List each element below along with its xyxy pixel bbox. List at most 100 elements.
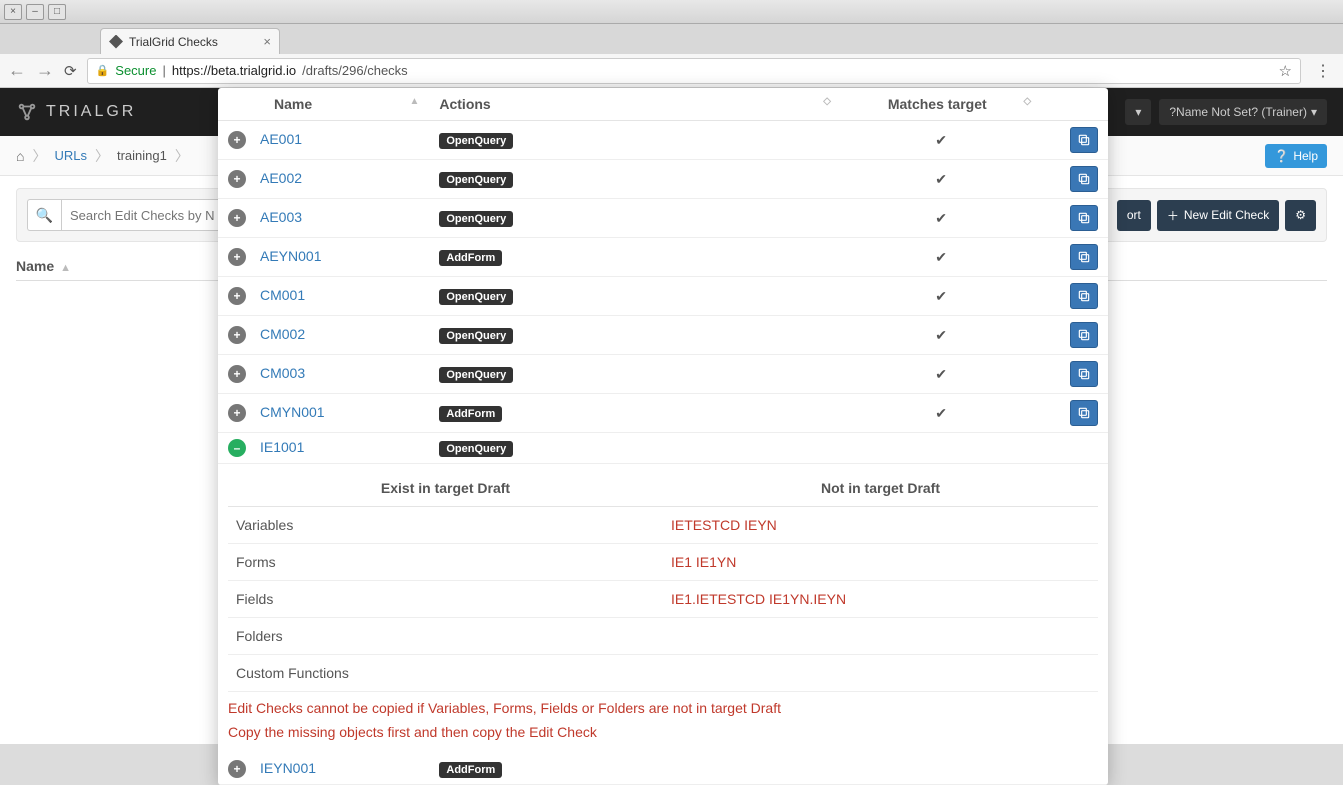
check-icon: ✔ [935, 366, 947, 382]
tab-title: TrialGrid Checks [129, 35, 218, 49]
check-row: +CMYN001AddForm✔ [218, 394, 1108, 433]
unknown-dropdown[interactable]: ▾ [1125, 99, 1151, 125]
copy-button[interactable] [1070, 244, 1098, 270]
help-label: Help [1293, 149, 1318, 163]
export-button[interactable]: ort [1117, 200, 1151, 231]
check-name-link[interactable]: AE002 [260, 170, 302, 186]
check-icon: ✔ [935, 405, 947, 421]
breadcrumb-project[interactable]: training1 [117, 148, 167, 163]
check-name-link[interactable]: AEYN001 [260, 248, 321, 264]
detail-row: Custom Functions [228, 655, 1098, 692]
secure-label: Secure [115, 63, 156, 78]
check-icon: ✔ [935, 288, 947, 304]
expand-toggle[interactable]: + [228, 760, 246, 778]
expand-toggle[interactable]: + [228, 326, 246, 344]
check-row: + CM003 OpenQuery ✔ [218, 355, 1108, 394]
expand-toggle[interactable]: + [228, 209, 246, 227]
action-badge: OpenQuery [439, 367, 513, 383]
check-icon: ✔ [935, 210, 947, 226]
check-row: +AE002OpenQuery✔ [218, 160, 1108, 199]
window-close-button[interactable]: × [4, 4, 22, 20]
search-icon[interactable]: 🔍 [27, 199, 61, 231]
new-edit-check-button[interactable]: ＋ New Edit Check [1157, 200, 1279, 231]
check-name-link[interactable]: AE001 [260, 131, 302, 147]
forward-button[interactable]: → [36, 60, 54, 81]
browser-menu-button[interactable]: ⋮ [1311, 61, 1335, 81]
action-badge: OpenQuery [439, 211, 513, 227]
expand-toggle[interactable]: + [228, 365, 246, 383]
home-icon[interactable]: ⌂ [16, 148, 24, 164]
plus-icon: ＋ [1167, 207, 1179, 224]
check-row: +AEYN001AddForm✔ [218, 238, 1108, 277]
new-tab-button[interactable] [282, 34, 306, 54]
detail-label: Forms [228, 544, 663, 581]
detail-missing: IE1 IE1YN [663, 544, 1098, 581]
copy-button[interactable] [1070, 166, 1098, 192]
settings-button[interactable]: ⚙ [1285, 200, 1316, 231]
check-name-link[interactable]: AE003 [260, 209, 302, 225]
check-row: + AE003 OpenQuery ✔ [218, 199, 1108, 238]
check-name-link[interactable]: IE1001 [260, 439, 304, 455]
col-name-header[interactable]: Name [16, 258, 54, 274]
copy-checks-modal: Name▲ Actions◇ Matches target◇ + AE001 Ope… [218, 88, 1108, 785]
modal-header-name[interactable]: Name▲ [218, 88, 429, 121]
action-badge: OpenQuery [439, 172, 513, 188]
modal-header-actions[interactable]: Actions◇ [429, 88, 841, 121]
detail-header-exist: Exist in target Draft [228, 470, 663, 507]
detail-row: VariablesIETESTCD IEYN [228, 507, 1098, 544]
action-badge: OpenQuery [439, 328, 513, 344]
row-detail: Exist in target DraftNot in target Draft… [218, 464, 1108, 755]
window-maximize-button[interactable]: □ [48, 4, 66, 20]
copy-button[interactable] [1070, 400, 1098, 426]
copy-button[interactable] [1070, 205, 1098, 231]
tab-close-icon[interactable]: × [263, 34, 271, 49]
check-name-link[interactable]: CM001 [260, 287, 305, 303]
sort-icon: ▲ [60, 262, 71, 274]
search-input[interactable] [61, 199, 241, 231]
check-row: + AE001 OpenQuery ✔ [218, 121, 1108, 160]
detail-row: FieldsIE1.IETESTCD IE1YN.IEYN [228, 581, 1098, 618]
modal-header-matches[interactable]: Matches target◇ [841, 88, 1041, 121]
action-badge: OpenQuery [439, 289, 513, 305]
action-badge: AddForm [439, 762, 502, 778]
breadcrumb-urls[interactable]: URLs [54, 148, 87, 163]
account-dropdown[interactable]: ?Name Not Set? (Trainer) ▾ [1159, 99, 1327, 125]
bookmark-star-icon[interactable]: ☆ [1279, 62, 1292, 80]
check-name-link[interactable]: CMYN001 [260, 404, 325, 420]
brand[interactable]: TRIALGR [16, 101, 136, 123]
warning-line-2: Copy the missing objects first and then … [228, 716, 1098, 740]
expand-toggle[interactable]: + [228, 131, 246, 149]
back-button[interactable]: ← [8, 60, 26, 81]
expand-toggle[interactable]: + [228, 404, 246, 422]
os-titlebar: × – □ [0, 0, 1343, 24]
question-icon: ❔ [1274, 149, 1289, 163]
reload-button[interactable]: ⟳ [64, 62, 77, 80]
detail-missing: IETESTCD IEYN [663, 507, 1098, 544]
detail-missing [663, 618, 1098, 655]
copy-button[interactable] [1070, 322, 1098, 348]
browser-tab[interactable]: TrialGrid Checks × [100, 28, 280, 54]
brand-text: TRIALGR [46, 103, 136, 121]
gear-icon: ⚙ [1295, 208, 1306, 222]
expand-toggle[interactable]: + [228, 287, 246, 305]
browser-toolbar: ← → ⟳ 🔒 Secure | https://beta.trialgrid.… [0, 54, 1343, 88]
check-row: + IEYN001 AddForm [218, 754, 1108, 785]
check-row: + CM001 OpenQuery ✔ [218, 277, 1108, 316]
check-name-link[interactable]: CM002 [260, 326, 305, 342]
detail-label: Custom Functions [228, 655, 663, 692]
check-name-link[interactable]: IEYN001 [260, 760, 316, 776]
expand-toggle[interactable]: + [228, 170, 246, 188]
expand-toggle[interactable]: + [228, 248, 246, 266]
expand-toggle[interactable]: – [228, 439, 246, 457]
check-row: +CM002OpenQuery✔ [218, 316, 1108, 355]
copy-button[interactable] [1070, 283, 1098, 309]
copy-button[interactable] [1070, 361, 1098, 387]
lock-icon: 🔒 [96, 64, 110, 77]
action-badge: OpenQuery [439, 133, 513, 149]
check-name-link[interactable]: CM003 [260, 365, 305, 381]
window-minimize-button[interactable]: – [26, 4, 44, 20]
copy-button[interactable] [1070, 127, 1098, 153]
address-bar[interactable]: 🔒 Secure | https://beta.trialgrid.io/dra… [87, 58, 1301, 84]
help-button[interactable]: ❔ Help [1265, 144, 1327, 168]
check-icon: ✔ [935, 132, 947, 148]
